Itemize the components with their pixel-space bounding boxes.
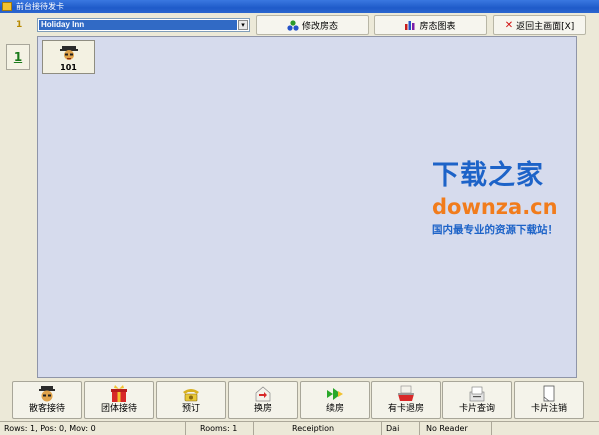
card-reader-icon (469, 386, 485, 402)
floor-tab-1[interactable]: 1 (6, 44, 30, 70)
floor-marker: 1 (16, 20, 23, 30)
modify-status-button[interactable]: 修改房态 (256, 15, 369, 35)
card-checkout-label: 有卡退房 (387, 404, 424, 414)
card-query-button[interactable]: 卡片查询 (442, 381, 512, 419)
window-title: 前台接待发卡 (16, 2, 64, 11)
app-icon (2, 2, 12, 11)
walk-in-checkin-label: 散客接待 (28, 404, 65, 414)
guest-avatar-icon (59, 46, 78, 60)
arrow-forward-icon (327, 388, 343, 400)
status-reader: No Reader (422, 422, 492, 435)
modify-status-label: 修改房态 (301, 21, 338, 32)
card-checkout-icon (398, 385, 414, 401)
room-tile[interactable]: 101 (42, 40, 95, 74)
card-query-label: 卡片查询 (458, 404, 495, 414)
reservation-button[interactable]: 预订 (156, 381, 226, 419)
change-room-button[interactable]: 换房 (228, 381, 298, 419)
card-cancel-button[interactable]: 卡片注销 (514, 381, 584, 419)
card-cancel-icon (543, 385, 555, 402)
change-room-label: 换房 (253, 404, 272, 414)
watermark: 下载之家 downza.cn 国内最专业的资源下载站！ (432, 160, 592, 238)
watermark-title: 下载之家 (432, 160, 544, 191)
watermark-slogan: 国内最专业的资源下载站！ (432, 224, 558, 236)
room-number: 101 (60, 63, 77, 72)
extend-stay-button[interactable]: 续房 (300, 381, 370, 419)
guest-icon (39, 386, 55, 402)
hotel-select-value: Holiday Inn (39, 20, 237, 30)
return-main-button[interactable]: ✕ 返回主画面[X] (493, 15, 586, 35)
walk-in-checkin-button[interactable]: 散客接待 (12, 381, 82, 419)
color-balls-icon (287, 19, 299, 31)
status-user: Dai (382, 422, 420, 435)
chevron-down-icon[interactable]: ▾ (238, 20, 248, 30)
status-chart-label: 房态图表 (419, 21, 456, 32)
swap-room-icon (255, 386, 271, 402)
extend-stay-label: 续房 (325, 404, 344, 414)
status-bar: Rows: 1, Pos: 0, Mov: 0 Rooms: 1 Receipt… (0, 421, 599, 435)
reservation-label: 预订 (181, 404, 200, 414)
group-checkin-button[interactable]: 团体接待 (84, 381, 154, 419)
status-rooms: Rooms: 1 (196, 422, 254, 435)
status-module: Receiption (288, 422, 382, 435)
telephone-icon (183, 389, 199, 402)
card-cancel-label: 卡片注销 (530, 404, 567, 414)
hotel-select[interactable]: Holiday Inn ▾ (37, 18, 250, 32)
status-rows: Rows: 1, Pos: 0, Mov: 0 (0, 422, 186, 435)
close-icon: ✕ (504, 19, 514, 31)
bar-chart-icon (405, 21, 415, 30)
gift-icon (111, 385, 127, 402)
window-titlebar: 前台接待发卡 (0, 0, 599, 13)
status-chart-button[interactable]: 房态图表 (374, 15, 487, 35)
watermark-domain: downza.cn (432, 195, 558, 219)
card-checkout-button[interactable]: 有卡退房 (371, 381, 441, 419)
return-main-label: 返回主画面[X] (516, 21, 575, 32)
group-checkin-label: 团体接待 (100, 404, 137, 414)
